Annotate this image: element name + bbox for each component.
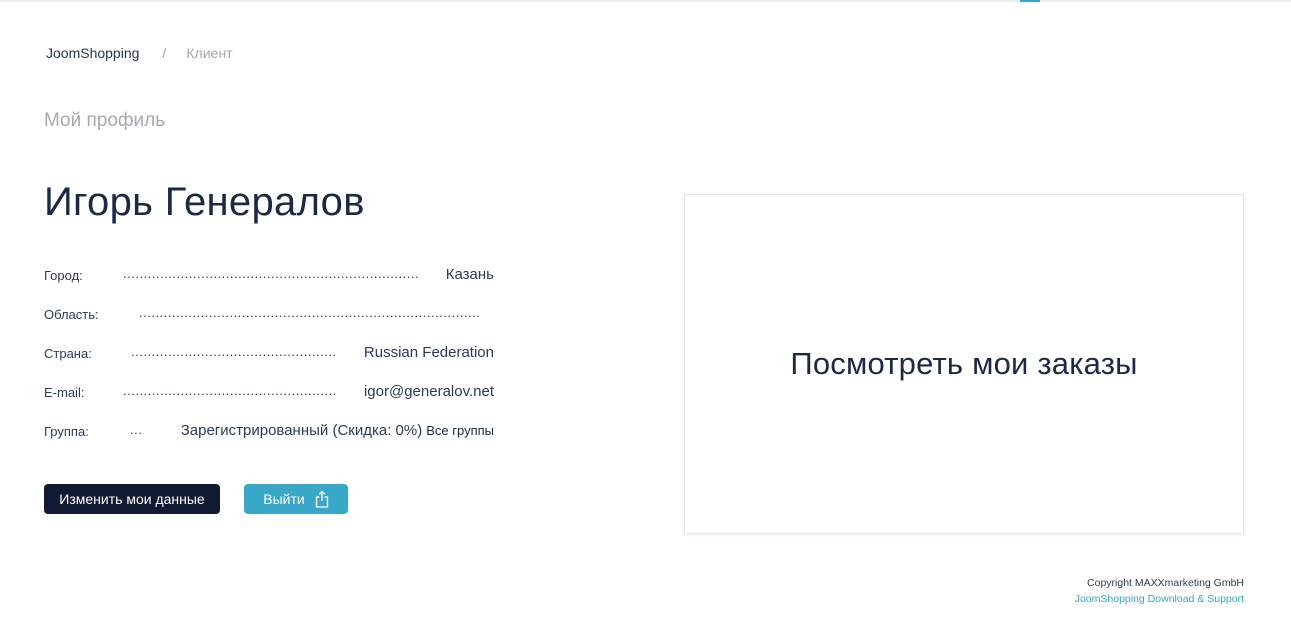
email-value: igor@generalov.net [363, 383, 494, 400]
breadcrumb: JoomShopping / Клиент [46, 45, 232, 61]
email-label: E-mail: [44, 385, 85, 400]
breadcrumb-current: Клиент [186, 45, 233, 61]
profile-row-email: E-mail: ................................… [44, 383, 494, 403]
edit-profile-button[interactable]: Изменить мои данные [44, 484, 220, 514]
country-dot-leader: ........................................… [131, 344, 337, 359]
view-orders-card[interactable]: Посмотреть мои заказы [684, 194, 1244, 534]
page-subtitle: Мой профиль [44, 110, 166, 131]
group-value-wrap: Зарегистрированный (Скидка: 0%) Все групп… [181, 422, 494, 439]
profile-row-group: Группа: ... Зарегистрированный (Скидка: … [44, 422, 494, 442]
all-groups-link[interactable]: Все группы [426, 423, 494, 438]
top-accent-indicator [1020, 0, 1040, 2]
breadcrumb-home-link[interactable]: JoomShopping [46, 45, 139, 61]
profile-row-city: Город: .................................… [44, 266, 494, 286]
email-dot-leader: ........................................… [123, 383, 337, 398]
country-label: Страна: [44, 346, 92, 361]
logout-button-label: Выйти [263, 491, 305, 507]
region-label: Область: [44, 307, 99, 322]
logout-button[interactable]: Выйти [244, 484, 348, 514]
group-label: Группа: [44, 424, 89, 439]
profile-row-region: Область: ...............................… [44, 305, 494, 325]
footer-support-link[interactable]: JoomShopping Download & Support [1075, 591, 1244, 607]
city-label: Город: [44, 268, 83, 283]
footer-copyright: Copyright MAXXmarketing GmbH [1087, 577, 1244, 589]
footer: Copyright MAXXmarketing GmbH JoomShoppin… [1075, 575, 1244, 607]
breadcrumb-separator: / [162, 45, 167, 61]
city-dot-leader: ........................................… [123, 266, 420, 281]
city-value: Казань [445, 266, 494, 283]
group-dot-leader: ... [130, 422, 143, 437]
user-name-heading: Игорь Генералов [44, 180, 365, 224]
region-dot-leader: ........................................… [139, 305, 481, 320]
profile-row-country: Страна: ................................… [44, 344, 494, 364]
group-value: Зарегистрированный (Скидка: 0%) [180, 422, 423, 439]
view-orders-label: Посмотреть мои заказы [790, 346, 1138, 381]
top-divider [0, 0, 1291, 2]
country-value: Russian Federation [363, 344, 494, 361]
share-export-icon [315, 490, 328, 508]
